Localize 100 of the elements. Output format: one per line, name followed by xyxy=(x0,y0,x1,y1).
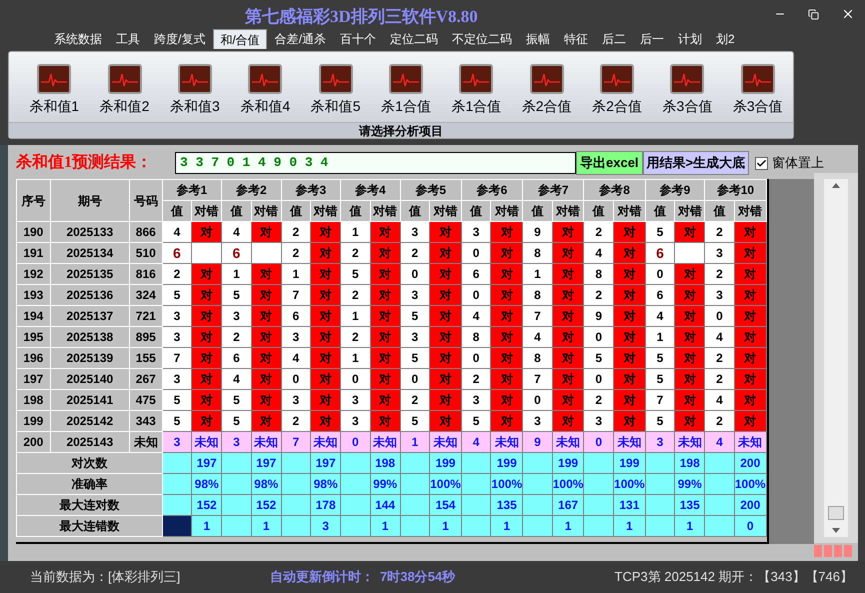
menu-tab[interactable]: 后二 xyxy=(596,29,632,49)
table-cell: 对 xyxy=(614,242,646,264)
table-cell: 对 xyxy=(370,306,400,326)
menu-tab[interactable]: 和/合值 xyxy=(213,29,267,49)
table-cell: 0 xyxy=(704,306,734,326)
menu-tab[interactable]: 划2 xyxy=(710,29,741,49)
data-source-text: 当前数据为：[体彩排列三] xyxy=(30,568,182,586)
table-cell: 0 xyxy=(461,242,491,264)
menu-tab[interactable]: 系统数据 xyxy=(48,29,108,49)
menu-tab[interactable]: 振幅 xyxy=(520,29,556,49)
table-cell: 对 xyxy=(310,368,341,390)
table-cell: 198 xyxy=(674,452,705,474)
menu-tab[interactable]: 百十个 xyxy=(334,29,382,49)
menu-tab[interactable]: 计划 xyxy=(672,29,708,49)
column-header: 参考3 xyxy=(281,180,341,200)
table-cell: 对 xyxy=(674,222,705,242)
column-header: 参考10 xyxy=(704,180,766,200)
table-cell: 对 xyxy=(674,306,705,326)
table-cell: 对 xyxy=(370,410,400,432)
analysis-button[interactable]: 杀3合值 xyxy=(652,64,723,117)
table-cell: 对 xyxy=(251,390,282,410)
table-cell: 5 xyxy=(340,264,370,284)
menu-tab[interactable]: 后一 xyxy=(634,29,670,49)
table-cell: 144 xyxy=(370,494,400,516)
table-cell: 9 xyxy=(522,222,552,242)
analysis-button[interactable]: 杀2合值 xyxy=(582,64,652,117)
table-cell: 对 xyxy=(251,222,282,242)
table-cell: 200 xyxy=(734,452,766,474)
table-cell: 对 xyxy=(552,368,584,390)
table-cell: 2 xyxy=(281,410,311,432)
table-cell: 194 xyxy=(16,306,50,326)
analysis-button[interactable]: 杀和值4 xyxy=(230,64,300,117)
menu-tab[interactable]: 合差/通杀 xyxy=(268,29,332,49)
table-cell: 199 xyxy=(490,452,523,474)
table-cell: 对 xyxy=(192,348,222,368)
table-cell: 199 xyxy=(614,452,646,474)
table-cell: 对 xyxy=(192,390,222,410)
table-cell: 816 xyxy=(129,264,162,284)
table-cell: 2025137 xyxy=(50,306,130,326)
column-header: 参考5 xyxy=(400,180,462,200)
table-cell: 3 xyxy=(222,306,252,326)
table-cell: 对 xyxy=(614,326,646,348)
table-cell: 对 xyxy=(674,284,705,306)
export-button[interactable]: 导出excel xyxy=(576,151,643,175)
menu-tab[interactable]: 不定位二码 xyxy=(446,29,518,49)
menu-tab[interactable]: 工具 xyxy=(110,29,146,49)
menu-tab[interactable]: 特征 xyxy=(558,29,594,49)
column-header: 对错 xyxy=(192,200,222,222)
analysis-button[interactable]: 杀3合值 xyxy=(722,64,793,117)
table-cell: 对 xyxy=(614,348,646,368)
analysis-button[interactable]: 杀和值5 xyxy=(300,64,371,117)
table-cell: 6 xyxy=(645,242,675,264)
table-cell: 对 xyxy=(370,264,400,284)
table-cell: 对 xyxy=(251,306,282,326)
table-cell: 0 xyxy=(400,368,430,390)
table-cell: 1 xyxy=(645,326,675,348)
column-header: 值 xyxy=(340,200,370,222)
column-header: 参考1 xyxy=(162,180,222,200)
table-cell: 3 xyxy=(400,284,430,306)
table-cell: 195 xyxy=(16,326,50,348)
menu-tab[interactable]: 定位二码 xyxy=(384,29,444,49)
table-cell: 最大连错数 xyxy=(16,516,162,536)
menu-tab[interactable]: 跨度/复式 xyxy=(148,29,212,49)
analysis-button[interactable]: 杀和值2 xyxy=(89,64,160,117)
table-cell: 1 xyxy=(281,264,311,284)
table-cell: 对 xyxy=(370,368,400,390)
table-cell: 对 xyxy=(310,222,341,242)
prediction-field[interactable]: 3 3 7 0 1 4 9 0 3 4 xyxy=(175,152,576,174)
generate-button[interactable]: 用结果>生成大底 xyxy=(642,151,750,175)
analysis-button[interactable]: 杀1合值 xyxy=(441,64,512,117)
table-cell: 1 xyxy=(552,516,584,536)
column-header: 对错 xyxy=(614,200,646,222)
table-cell: 7 xyxy=(281,432,311,452)
table-cell: 3 xyxy=(281,390,311,410)
table-cell: 1 xyxy=(340,222,370,242)
table-cell: 对 xyxy=(490,306,523,326)
table-cell: 1 xyxy=(192,516,222,536)
analysis-button[interactable]: 杀2合值 xyxy=(512,64,582,117)
table-cell: 100% xyxy=(490,474,523,494)
table-cell: 4 xyxy=(704,326,734,348)
table-cell: 对 xyxy=(614,368,646,390)
analysis-button[interactable]: 杀和值3 xyxy=(160,64,230,117)
table-cell: 对 xyxy=(430,264,462,284)
table-cell: 未知 xyxy=(129,432,162,452)
table-cell: 对 xyxy=(674,348,705,368)
table-cell: 7 xyxy=(162,348,192,368)
table-cell: 6 xyxy=(645,284,675,306)
table-cell: 1 xyxy=(430,516,462,536)
analysis-button[interactable]: 杀1合值 xyxy=(370,64,442,117)
table-cell: 178 xyxy=(310,494,341,516)
table-cell: 3 xyxy=(704,284,734,306)
table-cell: 对 xyxy=(430,410,462,432)
table-cell: 1 xyxy=(370,516,400,536)
table-cell: 对 xyxy=(430,242,462,264)
column-header: 对错 xyxy=(490,200,523,222)
table-cell: 对 xyxy=(490,348,523,368)
table-cell: 197 xyxy=(192,452,222,474)
column-header: 参考6 xyxy=(461,180,523,200)
table-cell: 对 xyxy=(552,264,584,284)
analysis-button[interactable]: 杀和值1 xyxy=(19,64,90,117)
